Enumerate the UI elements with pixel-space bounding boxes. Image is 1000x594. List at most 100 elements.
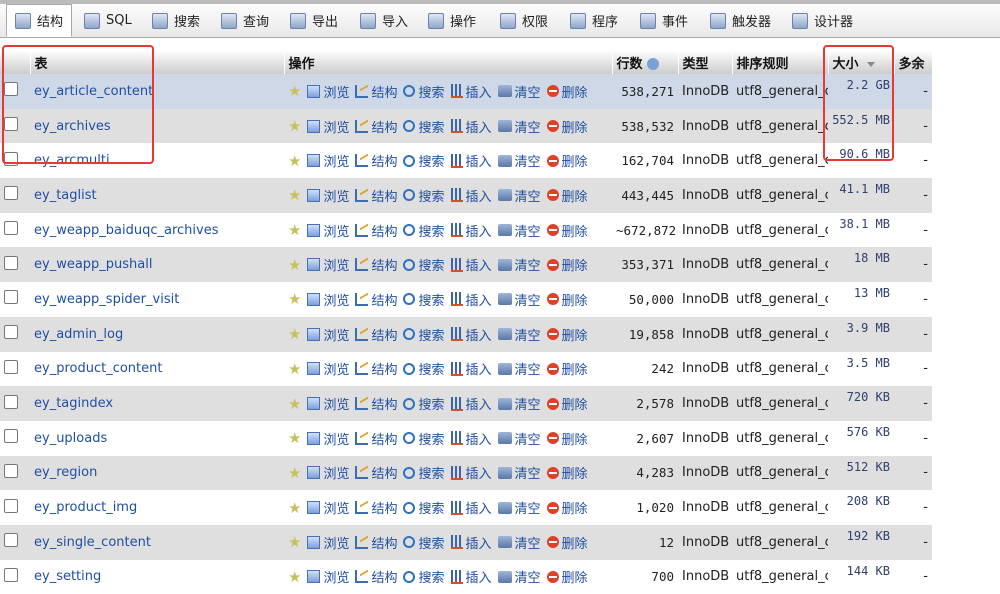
header-rows[interactable]: 行数 bbox=[612, 50, 679, 74]
action-empty[interactable]: 清空 bbox=[497, 533, 541, 552]
tab-7[interactable]: 权限 bbox=[492, 4, 556, 37]
action-drop[interactable]: 删除 bbox=[546, 151, 588, 170]
action-insert[interactable]: 插入 bbox=[450, 186, 492, 205]
action-drop[interactable]: 删除 bbox=[546, 359, 588, 378]
action-empty[interactable]: 清空 bbox=[497, 325, 541, 344]
action-insert[interactable]: 插入 bbox=[450, 221, 492, 240]
action-search[interactable]: 搜索 bbox=[403, 255, 445, 274]
action-search[interactable]: 搜索 bbox=[403, 567, 445, 586]
action-browse[interactable]: 浏览 bbox=[307, 325, 349, 344]
action-search[interactable]: 搜索 bbox=[403, 186, 445, 205]
action-browse[interactable]: 浏览 bbox=[307, 429, 349, 448]
action-structure[interactable]: 结构 bbox=[355, 429, 397, 448]
action-structure[interactable]: 结构 bbox=[355, 463, 397, 482]
tab-0[interactable]: 结构 bbox=[6, 4, 73, 37]
favorite-star-icon[interactable]: ★ bbox=[288, 360, 301, 378]
table-name-link[interactable]: ey_uploads bbox=[34, 431, 107, 446]
action-browse[interactable]: 浏览 bbox=[307, 533, 349, 552]
favorite-star-icon[interactable]: ★ bbox=[288, 186, 301, 204]
action-empty[interactable]: 清空 bbox=[497, 463, 541, 482]
action-drop[interactable]: 删除 bbox=[546, 463, 588, 482]
action-browse[interactable]: 浏览 bbox=[307, 151, 349, 170]
action-structure[interactable]: 结构 bbox=[355, 325, 397, 344]
favorite-star-icon[interactable]: ★ bbox=[288, 533, 301, 551]
table-name-link[interactable]: ey_archives bbox=[34, 119, 111, 134]
favorite-star-icon[interactable]: ★ bbox=[288, 568, 301, 586]
favorite-star-icon[interactable]: ★ bbox=[288, 395, 301, 413]
tab-9[interactable]: 事件 bbox=[632, 4, 696, 37]
action-empty[interactable]: 清空 bbox=[497, 255, 541, 274]
row-checkbox[interactable] bbox=[4, 498, 18, 513]
action-drop[interactable]: 删除 bbox=[546, 567, 588, 586]
action-structure[interactable]: 结构 bbox=[355, 82, 397, 101]
action-empty[interactable]: 清空 bbox=[497, 498, 541, 517]
action-empty[interactable]: 清空 bbox=[497, 290, 541, 309]
action-drop[interactable]: 删除 bbox=[546, 221, 588, 240]
row-checkbox[interactable] bbox=[4, 255, 18, 270]
action-search[interactable]: 搜索 bbox=[403, 359, 445, 378]
tab-3[interactable]: 查询 bbox=[213, 4, 277, 37]
favorite-star-icon[interactable]: ★ bbox=[288, 290, 301, 308]
tab-1[interactable]: SQL bbox=[76, 4, 140, 37]
row-checkbox[interactable] bbox=[4, 325, 18, 340]
action-insert[interactable]: 插入 bbox=[450, 463, 492, 482]
row-checkbox[interactable] bbox=[4, 290, 18, 305]
row-checkbox[interactable] bbox=[4, 463, 18, 478]
action-empty[interactable]: 清空 bbox=[497, 151, 541, 170]
table-row[interactable]: ey_weapp_baiduqc_archives ★ 浏览 结构 搜索 插入 清空 删除 ~6… bbox=[0, 212, 932, 248]
action-browse[interactable]: 浏览 bbox=[307, 186, 349, 205]
action-drop[interactable]: 删除 bbox=[546, 394, 588, 413]
tab-4[interactable]: 导出 bbox=[282, 4, 346, 37]
action-structure[interactable]: 结构 bbox=[355, 290, 397, 309]
action-search[interactable]: 搜索 bbox=[403, 325, 445, 344]
action-search[interactable]: 搜索 bbox=[403, 498, 445, 517]
action-browse[interactable]: 浏览 bbox=[307, 290, 349, 309]
action-drop[interactable]: 删除 bbox=[546, 255, 588, 274]
header-table[interactable]: 表 bbox=[30, 50, 285, 74]
table-row[interactable]: ey_admin_log ★ 浏览 结构 搜索 插入 清空 删除 19,858 InnoDB utf… bbox=[0, 316, 932, 352]
table-row[interactable]: ey_product_img ★ 浏览 结构 搜索 插入 清空 删除 1,020 InnoDB ut… bbox=[0, 490, 932, 525]
table-name-link[interactable]: ey_tagindex bbox=[34, 396, 113, 411]
action-structure[interactable]: 结构 bbox=[355, 533, 397, 552]
action-search[interactable]: 搜索 bbox=[403, 394, 445, 413]
action-drop[interactable]: 删除 bbox=[546, 429, 588, 448]
table-row[interactable]: ey_uploads ★ 浏览 结构 搜索 插入 清空 删除 2,607 InnoDB utf8_g… bbox=[0, 420, 932, 456]
table-row[interactable]: ey_arcmulti ★ 浏览 结构 搜索 插入 清空 删除 162,704 InnoDB utf… bbox=[0, 143, 932, 179]
row-checkbox[interactable] bbox=[4, 221, 18, 236]
action-browse[interactable]: 浏览 bbox=[307, 359, 349, 378]
row-checkbox[interactable] bbox=[4, 117, 18, 132]
action-search[interactable]: 搜索 bbox=[403, 151, 445, 170]
row-checkbox[interactable] bbox=[4, 533, 18, 548]
header-collation[interactable]: 排序规则 bbox=[732, 50, 829, 74]
action-insert[interactable]: 插入 bbox=[450, 151, 492, 170]
action-insert[interactable]: 插入 bbox=[450, 82, 492, 101]
action-empty[interactable]: 清空 bbox=[497, 567, 541, 586]
table-row[interactable]: ey_setting ★ 浏览 结构 搜索 插入 清空 删除 700 InnoDB utf8_gen… bbox=[0, 559, 932, 594]
action-drop[interactable]: 删除 bbox=[546, 117, 588, 136]
table-row[interactable]: ey_weapp_spider_visit ★ 浏览 结构 搜索 插入 清空 删除 50,000… bbox=[0, 282, 932, 317]
action-drop[interactable]: 删除 bbox=[546, 186, 588, 205]
table-name-link[interactable]: ey_taglist bbox=[34, 188, 97, 203]
action-insert[interactable]: 插入 bbox=[450, 117, 492, 136]
action-structure[interactable]: 结构 bbox=[355, 359, 397, 378]
table-name-link[interactable]: ey_arcmulti bbox=[34, 153, 110, 168]
action-browse[interactable]: 浏览 bbox=[307, 117, 349, 136]
table-name-link[interactable]: ey_product_img bbox=[34, 500, 137, 515]
action-structure[interactable]: 结构 bbox=[355, 117, 397, 136]
table-name-link[interactable]: ey_article_content bbox=[34, 84, 153, 99]
row-checkbox[interactable] bbox=[4, 394, 18, 409]
action-browse[interactable]: 浏览 bbox=[307, 498, 349, 517]
table-name-link[interactable]: ey_region bbox=[34, 465, 97, 480]
row-checkbox[interactable] bbox=[4, 429, 18, 444]
row-checkbox[interactable] bbox=[4, 186, 18, 201]
action-empty[interactable]: 清空 bbox=[497, 429, 541, 448]
favorite-star-icon[interactable]: ★ bbox=[288, 325, 301, 343]
table-row[interactable]: ey_tagindex ★ 浏览 结构 搜索 插入 清空 删除 2,578 InnoDB utf8_… bbox=[0, 386, 932, 421]
favorite-star-icon[interactable]: ★ bbox=[288, 499, 301, 517]
table-row[interactable]: ey_weapp_pushall ★ 浏览 结构 搜索 插入 清空 删除 353,371 Inno… bbox=[0, 247, 932, 283]
action-search[interactable]: 搜索 bbox=[403, 429, 445, 448]
action-structure[interactable]: 结构 bbox=[355, 498, 397, 517]
table-name-link[interactable]: ey_weapp_baiduqc_archives bbox=[34, 223, 219, 238]
action-structure[interactable]: 结构 bbox=[355, 151, 397, 170]
action-drop[interactable]: 删除 bbox=[546, 82, 588, 101]
